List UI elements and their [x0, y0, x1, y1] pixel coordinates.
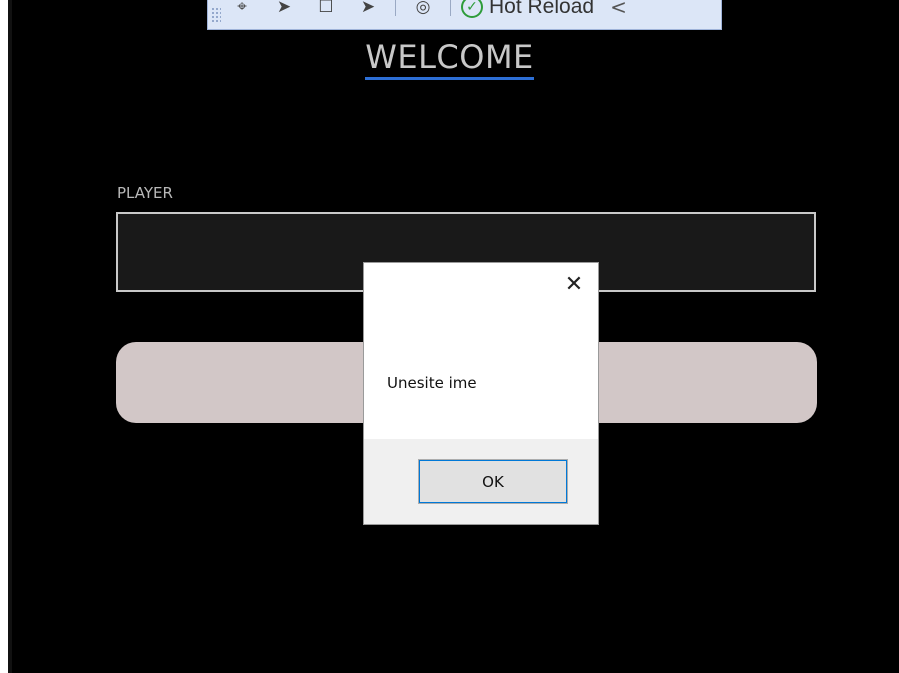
ok-button[interactable]: OK — [418, 459, 568, 504]
hot-reload-toolbar: ⌖ ➤ ☐ ➤ ◎ ✓ Hot Reload < — [207, 0, 722, 30]
message-dialog: ✕ Unesite ime OK — [363, 262, 599, 525]
track-focus-icon[interactable]: ➤ — [357, 0, 379, 18]
theme-icon[interactable]: ◎ — [412, 0, 434, 18]
window-edge — [8, 0, 12, 673]
check-icon: ✓ — [461, 0, 483, 18]
page-title-container: WELCOME — [0, 38, 899, 80]
close-icon[interactable]: ✕ — [564, 274, 584, 296]
toolbar-separator — [450, 0, 451, 16]
dialog-message: Unesite ime — [387, 374, 477, 392]
player-label: PLAYER — [117, 184, 173, 202]
hot-reload-button[interactable]: ✓ Hot Reload — [461, 0, 594, 19]
select-element-icon[interactable]: ⌖ — [231, 0, 253, 18]
page-title: WELCOME — [365, 38, 534, 80]
hot-reload-label: Hot Reload — [489, 0, 595, 18]
display-layout-icon[interactable]: ☐ — [315, 0, 337, 18]
pointer-icon[interactable]: ➤ — [273, 0, 295, 18]
toolbar-separator — [395, 0, 396, 16]
drag-handle-icon[interactable] — [211, 6, 221, 23]
chevron-left-icon[interactable]: < — [610, 0, 627, 19]
